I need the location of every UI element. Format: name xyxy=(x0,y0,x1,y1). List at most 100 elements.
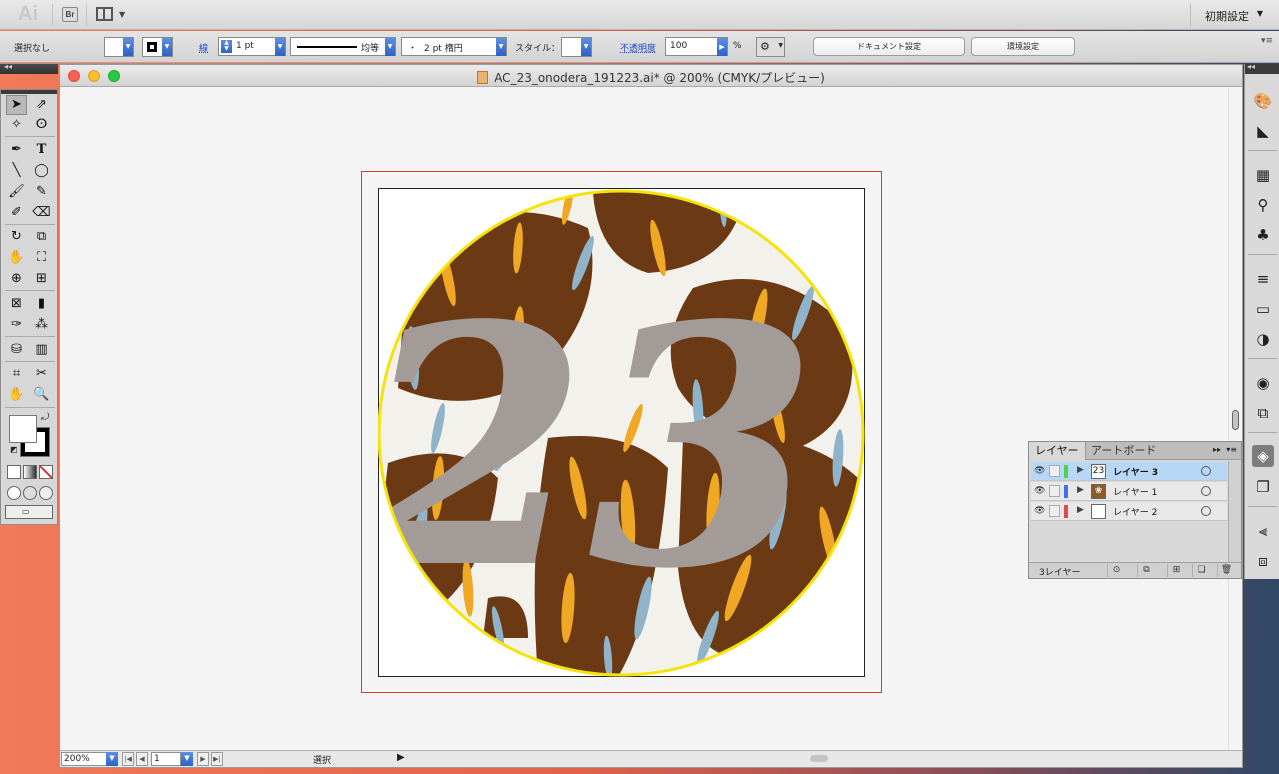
panel-grip[interactable] xyxy=(1,90,57,94)
locate-object-icon[interactable]: ⊙ xyxy=(1107,564,1125,577)
recolor-artwork-button[interactable]: ⚙ ▼ xyxy=(756,37,785,57)
hand-tool-icon[interactable]: ✋ xyxy=(6,385,27,405)
type-tool-icon[interactable]: T xyxy=(31,140,52,160)
new-layer-icon[interactable]: ❏ xyxy=(1192,564,1210,577)
slice-tool-icon[interactable]: ✂ xyxy=(31,364,52,384)
bridge-button[interactable]: Br xyxy=(62,7,78,22)
stroke-panel-icon[interactable]: ≡ xyxy=(1252,268,1274,290)
arrange-documents-button[interactable]: ▼ xyxy=(96,7,130,23)
chevron-down-icon[interactable]: ▼ xyxy=(181,752,193,766)
perspective-grid-icon[interactable]: ⊞ xyxy=(31,269,52,289)
panel-grip[interactable]: ◂◂ xyxy=(1245,62,1279,74)
disclosure-triangle-icon[interactable]: ▶ xyxy=(1077,465,1084,475)
stepper-icon[interactable]: ▲ ▼ xyxy=(221,40,232,53)
layer-name[interactable]: レイヤー 2 xyxy=(1113,505,1157,518)
opacity-label[interactable]: 不透明度 xyxy=(620,41,656,54)
layer-row[interactable]: 👁 ▶ ❀ レイヤー 1 xyxy=(1031,482,1227,501)
chevron-right-icon[interactable]: ▶ xyxy=(717,38,727,56)
status-menu-icon[interactable]: ▶ xyxy=(397,752,405,763)
artwork[interactable]: 23 xyxy=(378,188,865,677)
make-clipping-mask-icon[interactable]: ⧉ xyxy=(1137,564,1155,577)
chevron-down-icon[interactable]: ▼ xyxy=(1257,9,1263,18)
lock-toggle[interactable] xyxy=(1049,465,1060,477)
symbols-icon[interactable]: ♣ xyxy=(1252,224,1274,246)
rotate-tool-icon[interactable]: ↻ xyxy=(6,227,27,247)
ellipse-tool-icon[interactable]: ◯ xyxy=(31,161,52,181)
chevron-down-icon[interactable]: ▼ xyxy=(106,752,118,766)
visibility-eye-icon[interactable]: 👁 xyxy=(1034,506,1045,516)
document-setup-button[interactable]: ドキュメント設定 xyxy=(813,37,965,56)
tab-artboards[interactable]: アートボード xyxy=(1085,442,1162,460)
layer-name[interactable]: レイヤー 1 xyxy=(1113,485,1157,498)
warp-tool-icon[interactable]: ✋ xyxy=(6,248,27,268)
align-panel-icon[interactable]: ⫷ xyxy=(1252,520,1274,542)
draw-inside-icon[interactable] xyxy=(39,486,53,500)
column-graph-icon[interactable]: ▥ xyxy=(31,340,52,360)
layer-row[interactable]: 👁 ▶ 23 レイヤー 3 xyxy=(1031,462,1227,481)
blob-brush-icon[interactable]: ✐ xyxy=(6,203,27,223)
swap-colors-icon[interactable]: ⤾ xyxy=(41,412,49,423)
magic-wand-icon[interactable]: ✧ xyxy=(6,115,27,135)
gradient-tool-icon[interactable]: ▮ xyxy=(31,294,52,314)
panel-menu-icon[interactable]: ▾≡ xyxy=(1261,36,1273,46)
panel-menu-icon[interactable]: ▾≡ xyxy=(1226,445,1237,454)
zoom-tool-icon[interactable]: 🔍 xyxy=(31,385,52,405)
stroke-label[interactable]: 線 xyxy=(199,41,208,54)
transparency-icon[interactable]: ◑ xyxy=(1252,328,1274,350)
shape-builder-icon[interactable]: ⊕ xyxy=(6,269,27,289)
artboards-panel-icon[interactable]: ❐ xyxy=(1252,476,1274,498)
draw-normal-icon[interactable] xyxy=(7,486,21,500)
scroll-thumb[interactable] xyxy=(1232,410,1239,430)
scale-tool-icon[interactable]: ⧉ xyxy=(31,227,52,247)
layer-target-icon[interactable] xyxy=(1201,466,1211,476)
next-artboard-icon[interactable]: ▶ xyxy=(197,752,209,766)
selection-tool-icon[interactable]: ➤ xyxy=(6,95,27,115)
symbol-sprayer-icon[interactable]: ⛁ xyxy=(6,340,27,360)
zoom-field[interactable]: 200% xyxy=(61,752,107,766)
layer-target-icon[interactable] xyxy=(1201,486,1211,496)
visibility-eye-icon[interactable]: 👁 xyxy=(1034,486,1045,496)
lock-toggle[interactable] xyxy=(1049,505,1060,517)
previous-artboard-icon[interactable]: ◀ xyxy=(136,752,148,766)
artboard-number-field[interactable]: 1 xyxy=(151,752,181,766)
workspace-switcher[interactable]: 初期設定 xyxy=(1205,8,1249,24)
direct-selection-tool-icon[interactable]: ⇗ xyxy=(31,95,52,115)
visibility-eye-icon[interactable]: 👁 xyxy=(1034,466,1045,476)
gradient-panel-icon[interactable]: ▭ xyxy=(1252,298,1274,320)
collapse-panel-icon[interactable]: ▸▸ xyxy=(1213,445,1221,454)
draw-behind-icon[interactable] xyxy=(23,486,37,500)
appearance-icon[interactable]: ◉ xyxy=(1252,372,1274,394)
paintbrush-icon[interactable]: 🖌 xyxy=(6,182,27,202)
disclosure-triangle-icon[interactable]: ▶ xyxy=(1077,485,1084,495)
color-guide-icon[interactable]: ◣ xyxy=(1252,120,1274,142)
graphic-styles-icon[interactable]: ⧉ xyxy=(1252,402,1274,424)
blend-tool-icon[interactable]: ⁂ xyxy=(31,315,52,335)
delete-layer-icon[interactable]: 🗑 xyxy=(1217,564,1235,577)
eraser-icon[interactable]: ⌫ xyxy=(31,203,52,223)
tools-collapse-strip[interactable]: ◂◂ xyxy=(0,62,58,74)
lasso-icon[interactable]: ⵙ xyxy=(31,115,52,135)
preferences-button[interactable]: 環境設定 xyxy=(971,37,1075,56)
color-mode-icon[interactable] xyxy=(7,465,21,479)
gradient-mode-icon[interactable] xyxy=(23,465,37,479)
color-panel-icon[interactable]: 🎨 xyxy=(1252,90,1274,112)
artboard-tool-icon[interactable]: ⌗ xyxy=(6,364,27,384)
mesh-tool-icon[interactable]: ⊠ xyxy=(6,294,27,314)
stroke-profile-dropdown[interactable]: 均等 ▼ xyxy=(290,37,396,56)
stroke-weight-field[interactable]: ▲ ▼ 1 pt ▼ xyxy=(218,37,286,56)
fill-color-dropdown[interactable]: ▼ xyxy=(104,37,134,57)
brush-dropdown[interactable]: ・ 2 pt 楕円 ▼ xyxy=(401,37,507,56)
swatches-icon[interactable]: ▦ xyxy=(1252,164,1274,186)
tab-layers[interactable]: レイヤー xyxy=(1029,442,1086,460)
last-artboard-icon[interactable]: ▶| xyxy=(211,752,223,766)
default-colors-icon[interactable]: ◩ xyxy=(10,445,18,454)
first-artboard-icon[interactable]: |◀ xyxy=(122,752,134,766)
line-tool-icon[interactable]: ╲ xyxy=(6,161,27,181)
graphic-style-dropdown[interactable]: ▼ xyxy=(561,37,592,57)
stroke-color-dropdown[interactable]: ▼ xyxy=(142,37,173,57)
fill-color-swatch[interactable] xyxy=(9,415,37,443)
eyedropper-icon[interactable]: ✑ xyxy=(6,315,27,335)
pathfinder-icon[interactable]: ⧈ xyxy=(1252,550,1274,572)
layer-row[interactable]: 👁 ▶ レイヤー 2 xyxy=(1031,502,1227,521)
disclosure-triangle-icon[interactable]: ▶ xyxy=(1077,505,1084,515)
